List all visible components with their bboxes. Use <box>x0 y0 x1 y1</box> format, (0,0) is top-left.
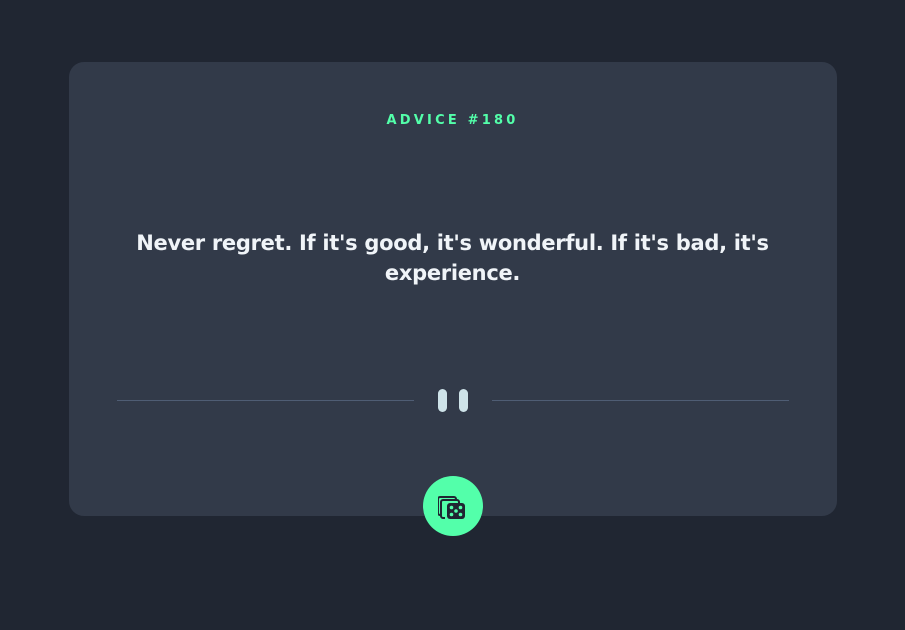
advice-quote: Never regret. If it's good, it's wonderf… <box>136 231 769 285</box>
pause-bar-right <box>459 389 468 412</box>
advice-id-label: ADVICE #180 <box>386 113 519 128</box>
divider-line-right <box>492 400 789 401</box>
dice-icon <box>438 496 465 519</box>
pause-bar-left <box>438 389 447 412</box>
divider-line-left <box>117 400 414 401</box>
divider <box>117 388 789 414</box>
pause-icon <box>438 388 469 414</box>
generate-advice-button[interactable] <box>423 476 483 536</box>
advice-card <box>69 62 837 516</box>
